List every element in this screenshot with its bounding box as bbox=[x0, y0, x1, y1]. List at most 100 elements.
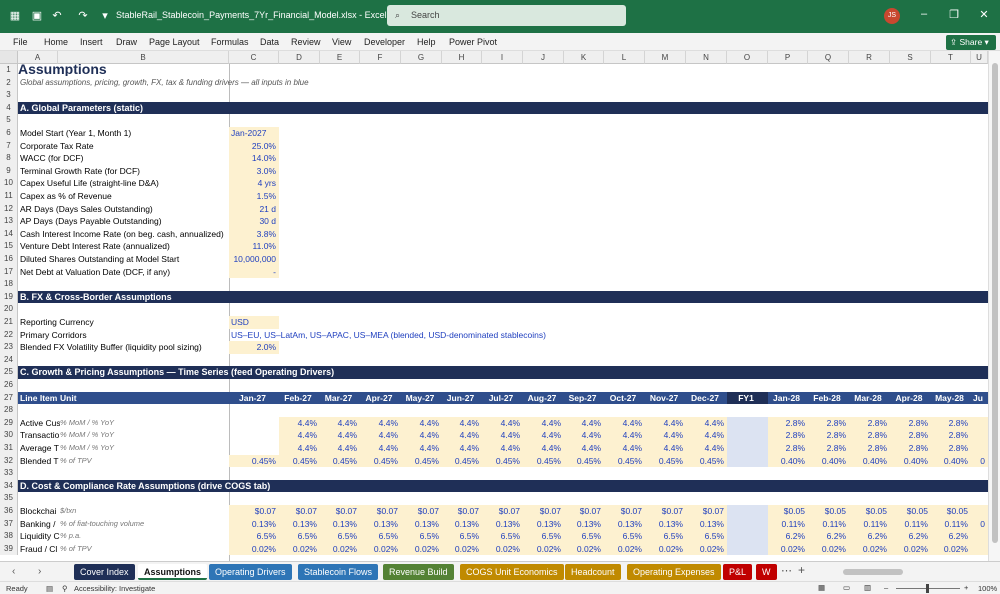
input-cell[interactable]: 6.2% bbox=[890, 530, 931, 543]
row-header[interactable]: 26 bbox=[0, 379, 18, 392]
input-cell[interactable]: 4.4% bbox=[320, 416, 360, 430]
input-cell[interactable]: 4.4% bbox=[523, 416, 564, 430]
input-cell[interactable]: 0.40% bbox=[808, 454, 849, 468]
input-cell[interactable]: $0.07 bbox=[564, 505, 604, 518]
input-cell[interactable]: $0.07 bbox=[604, 505, 645, 518]
input-cell[interactable]: 6.2% bbox=[931, 530, 971, 543]
input-cell[interactable]: 6.5% bbox=[645, 530, 686, 543]
input-cell[interactable]: 0.40% bbox=[768, 454, 808, 468]
parameter-value[interactable]: 14.0% bbox=[229, 152, 279, 165]
menu-review[interactable]: Review bbox=[291, 37, 321, 47]
section-header[interactable]: A. Global Parameters (static) bbox=[18, 101, 988, 115]
sheet-tab-cogs-unit-economics[interactable]: COGS Unit Economics bbox=[460, 564, 564, 580]
column-header-t[interactable]: T bbox=[931, 51, 971, 64]
input-cell[interactable]: 4.4% bbox=[442, 416, 482, 430]
row-header[interactable]: 19 bbox=[0, 290, 18, 304]
input-cell[interactable]: 0.11% bbox=[890, 517, 931, 531]
input-cell[interactable]: 4.4% bbox=[360, 429, 401, 442]
parameter-label[interactable]: Model Start (Year 1, Month 1) bbox=[20, 127, 229, 140]
row-header[interactable]: 27 bbox=[0, 391, 18, 405]
column-header-s[interactable]: S bbox=[890, 51, 931, 64]
parameter-label[interactable]: AR Days (Days Sales Outstanding) bbox=[20, 203, 229, 216]
row-header[interactable]: 14 bbox=[0, 227, 18, 241]
parameter-label[interactable]: Net Debt at Valuation Date (DCF, if any) bbox=[20, 266, 229, 279]
parameter-value[interactable]: 2.0% bbox=[229, 341, 279, 354]
input-cell[interactable]: 0.11% bbox=[768, 517, 808, 531]
input-cell[interactable]: 4.4% bbox=[401, 416, 442, 430]
input-cell[interactable]: $0.07 bbox=[360, 505, 401, 518]
input-cell[interactable]: 4.4% bbox=[564, 429, 604, 442]
menu-power-pivot[interactable]: Power Pivot bbox=[449, 37, 497, 47]
sheet-tab-operating-drivers[interactable]: Operating Drivers bbox=[209, 564, 292, 580]
row-header[interactable]: 1 bbox=[0, 64, 18, 77]
input-cell[interactable]: 4.4% bbox=[279, 429, 320, 442]
row-header[interactable]: 18 bbox=[0, 278, 18, 291]
sheet-tab-stablecoin-flows[interactable]: Stablecoin Flows bbox=[298, 564, 379, 580]
input-cell[interactable]: 4.4% bbox=[482, 442, 523, 455]
row-header[interactable]: 31 bbox=[0, 442, 18, 455]
avatar[interactable]: JS bbox=[884, 8, 900, 24]
input-cell[interactable]: 0.45% bbox=[229, 454, 279, 468]
menu-data[interactable]: Data bbox=[260, 37, 279, 47]
input-cell[interactable]: 0 bbox=[971, 517, 988, 531]
share-button[interactable]: ⇪ Share ▾ bbox=[946, 35, 996, 50]
input-cell[interactable]: 2.8% bbox=[931, 442, 971, 455]
row-header[interactable]: 7 bbox=[0, 139, 18, 153]
input-cell[interactable]: 2.8% bbox=[890, 416, 931, 430]
row-header[interactable]: 25 bbox=[0, 366, 18, 379]
row-header[interactable]: 34 bbox=[0, 479, 18, 493]
parameter-label[interactable]: Capex as % of Revenue bbox=[20, 190, 229, 203]
column-header-o[interactable]: O bbox=[727, 51, 768, 64]
input-cell[interactable]: 0.45% bbox=[401, 454, 442, 468]
period-header[interactable]: Jan-27 bbox=[229, 392, 279, 405]
row-header[interactable]: 13 bbox=[0, 215, 18, 228]
input-cell[interactable]: 2.8% bbox=[849, 442, 890, 455]
column-header-k[interactable]: K bbox=[564, 51, 604, 64]
row-header[interactable]: 10 bbox=[0, 177, 18, 190]
input-cell[interactable]: 0.40% bbox=[931, 454, 971, 468]
parameter-label[interactable]: AP Days (Days Payable Outstanding) bbox=[20, 215, 229, 228]
input-cell[interactable]: 0.13% bbox=[442, 517, 482, 531]
close-icon[interactable]: ✕ bbox=[977, 8, 991, 24]
column-header-b[interactable]: B bbox=[58, 51, 229, 64]
input-cell[interactable]: $0.07 bbox=[523, 505, 564, 518]
menu-draw[interactable]: Draw bbox=[116, 37, 137, 47]
row-header[interactable]: 8 bbox=[0, 152, 18, 165]
parameter-value[interactable]: 11.0% bbox=[229, 240, 279, 253]
column-header-f[interactable]: F bbox=[360, 51, 401, 64]
column-header-c[interactable]: C bbox=[229, 51, 279, 64]
fy1-cell[interactable] bbox=[727, 454, 768, 468]
input-cell[interactable]: 0 bbox=[971, 454, 988, 468]
worksheet-grid[interactable]: Assumptions Global assumptions, pricing, … bbox=[18, 64, 988, 561]
line-item-label[interactable]: Transactio bbox=[20, 429, 60, 442]
input-cell[interactable]: 0.02% bbox=[279, 542, 320, 556]
page-break-view-icon[interactable]: ▥ bbox=[864, 583, 871, 592]
period-header[interactable]: Mar-27 bbox=[320, 392, 360, 405]
parameter-label[interactable]: Capex Useful Life (straight-line D&A) bbox=[20, 177, 229, 190]
input-cell[interactable]: 6.5% bbox=[279, 530, 320, 543]
input-cell[interactable]: 0.02% bbox=[686, 542, 727, 556]
zoom-in-icon[interactable]: + bbox=[964, 583, 968, 592]
parameter-label[interactable]: Diluted Shares Outstanding at Model Star… bbox=[20, 253, 229, 266]
input-cell[interactable]: 4.4% bbox=[604, 416, 645, 430]
input-cell[interactable]: $0.07 bbox=[279, 505, 320, 518]
line-item-label[interactable]: Fraud / Cl bbox=[20, 543, 60, 556]
column-header-h[interactable]: H bbox=[442, 51, 482, 64]
input-cell[interactable]: $0.05 bbox=[849, 505, 890, 518]
parameter-label[interactable]: WACC (for DCF) bbox=[20, 152, 229, 165]
parameter-value[interactable]: 4 yrs bbox=[229, 177, 279, 190]
fy1-cell[interactable] bbox=[727, 429, 768, 442]
input-cell[interactable]: 2.8% bbox=[931, 429, 971, 442]
period-header[interactable]: May-28 bbox=[931, 392, 971, 405]
sheet-tab-w[interactable]: W bbox=[756, 564, 777, 580]
column-header-g[interactable]: G bbox=[401, 51, 442, 64]
input-cell[interactable]: 0.45% bbox=[320, 454, 360, 468]
input-cell[interactable] bbox=[971, 429, 988, 442]
input-cell[interactable]: 6.5% bbox=[686, 530, 727, 543]
restore-icon[interactable]: ❐ bbox=[947, 8, 961, 24]
row-header[interactable]: 3 bbox=[0, 89, 18, 102]
input-cell[interactable]: 0.11% bbox=[808, 517, 849, 531]
column-header-a[interactable]: A bbox=[18, 51, 58, 64]
input-cell[interactable]: 6.2% bbox=[768, 530, 808, 543]
autosave-icon[interactable]: ▣ bbox=[30, 9, 44, 23]
